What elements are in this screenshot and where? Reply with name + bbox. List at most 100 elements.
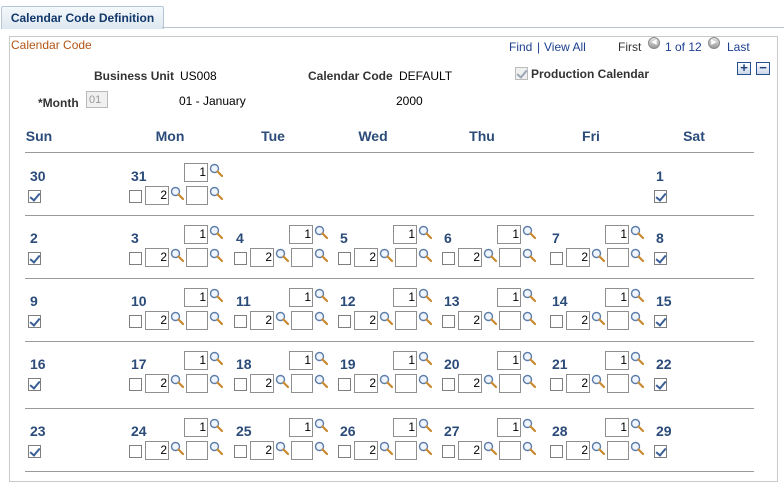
- shift-field-1[interactable]: 1: [393, 288, 417, 307]
- shift-field-2[interactable]: 2: [566, 374, 590, 393]
- magnifier-icon[interactable]: [418, 441, 433, 456]
- shift-field-3[interactable]: [395, 311, 417, 330]
- day-checkbox[interactable]: [338, 378, 351, 391]
- plus-icon[interactable]: +: [737, 61, 751, 75]
- magnifier-icon[interactable]: [630, 374, 645, 389]
- shift-field-1[interactable]: 1: [184, 163, 208, 182]
- day-checkbox[interactable]: [442, 378, 455, 391]
- magnifier-icon[interactable]: [522, 311, 537, 326]
- magnifier-icon[interactable]: [591, 311, 606, 326]
- shift-field-1[interactable]: 1: [184, 351, 208, 370]
- shift-field-2[interactable]: 2: [250, 311, 274, 330]
- magnifier-icon[interactable]: [209, 248, 224, 263]
- shift-field-3[interactable]: [186, 186, 208, 205]
- shift-field-2[interactable]: 2: [566, 248, 590, 267]
- magnifier-icon[interactable]: [275, 441, 290, 456]
- find-link[interactable]: Find: [509, 40, 532, 54]
- magnifier-icon[interactable]: [418, 374, 433, 389]
- day-checkbox[interactable]: [234, 315, 247, 328]
- shift-field-1[interactable]: 1: [393, 225, 417, 244]
- magnifier-icon[interactable]: [522, 374, 537, 389]
- magnifier-icon[interactable]: [209, 186, 224, 201]
- magnifier-icon[interactable]: [591, 374, 606, 389]
- magnifier-icon[interactable]: [418, 311, 433, 326]
- shift-field-1[interactable]: 1: [184, 418, 208, 437]
- magnifier-icon[interactable]: [209, 441, 224, 456]
- magnifier-icon[interactable]: [275, 311, 290, 326]
- shift-field-1[interactable]: 1: [393, 351, 417, 370]
- magnifier-icon[interactable]: [379, 374, 394, 389]
- shift-field-2[interactable]: 2: [354, 311, 378, 330]
- magnifier-icon[interactable]: [483, 248, 498, 263]
- shift-field-1[interactable]: 1: [605, 288, 629, 307]
- shift-field-3[interactable]: [607, 374, 629, 393]
- day-checkbox[interactable]: [550, 378, 563, 391]
- shift-field-2[interactable]: 2: [250, 374, 274, 393]
- magnifier-icon[interactable]: [483, 441, 498, 456]
- shift-field-3[interactable]: [186, 311, 208, 330]
- magnifier-icon[interactable]: [209, 288, 224, 303]
- day-checkbox[interactable]: [338, 315, 351, 328]
- shift-field-3[interactable]: [499, 441, 521, 460]
- magnifier-icon[interactable]: [170, 248, 185, 263]
- day-checkbox[interactable]: [654, 445, 667, 458]
- shift-field-3[interactable]: [607, 441, 629, 460]
- shift-field-1[interactable]: 1: [393, 418, 417, 437]
- shift-field-3[interactable]: [291, 441, 313, 460]
- magnifier-icon[interactable]: [522, 441, 537, 456]
- magnifier-icon[interactable]: [418, 225, 433, 240]
- shift-field-2[interactable]: 2: [458, 248, 482, 267]
- day-checkbox[interactable]: [28, 445, 41, 458]
- shift-field-3[interactable]: [291, 248, 313, 267]
- day-checkbox[interactable]: [28, 315, 41, 328]
- magnifier-icon[interactable]: [522, 288, 537, 303]
- magnifier-icon[interactable]: [591, 441, 606, 456]
- shift-field-1[interactable]: 1: [289, 418, 313, 437]
- day-checkbox[interactable]: [550, 315, 563, 328]
- day-checkbox[interactable]: [442, 252, 455, 265]
- magnifier-icon[interactable]: [630, 311, 645, 326]
- shift-field-2[interactable]: 2: [145, 248, 169, 267]
- shift-field-2[interactable]: 2: [145, 441, 169, 460]
- shift-field-3[interactable]: [395, 441, 417, 460]
- magnifier-icon[interactable]: [209, 351, 224, 366]
- magnifier-icon[interactable]: [418, 288, 433, 303]
- magnifier-icon[interactable]: [591, 248, 606, 263]
- shift-field-3[interactable]: [291, 374, 313, 393]
- magnifier-icon[interactable]: [209, 163, 224, 178]
- day-checkbox[interactable]: [129, 445, 142, 458]
- shift-field-2[interactable]: 2: [250, 248, 274, 267]
- shift-field-2[interactable]: 2: [145, 186, 169, 205]
- shift-field-1[interactable]: 1: [605, 351, 629, 370]
- magnifier-icon[interactable]: [209, 418, 224, 433]
- day-checkbox[interactable]: [550, 252, 563, 265]
- shift-field-3[interactable]: [395, 248, 417, 267]
- shift-field-3[interactable]: [607, 248, 629, 267]
- magnifier-icon[interactable]: [314, 288, 329, 303]
- production-calendar-checkbox[interactable]: [515, 67, 528, 80]
- magnifier-icon[interactable]: [418, 351, 433, 366]
- magnifier-icon[interactable]: [630, 288, 645, 303]
- magnifier-icon[interactable]: [314, 418, 329, 433]
- right-arrow-icon[interactable]: ▶: [708, 37, 720, 49]
- shift-field-2[interactable]: 2: [145, 311, 169, 330]
- day-checkbox[interactable]: [654, 252, 667, 265]
- last-link[interactable]: Last: [727, 40, 750, 54]
- minus-icon[interactable]: −: [756, 61, 770, 75]
- shift-field-2[interactable]: 2: [566, 441, 590, 460]
- shift-field-3[interactable]: [186, 441, 208, 460]
- day-checkbox[interactable]: [129, 315, 142, 328]
- shift-field-3[interactable]: [291, 311, 313, 330]
- magnifier-icon[interactable]: [522, 418, 537, 433]
- day-checkbox[interactable]: [234, 378, 247, 391]
- day-checkbox[interactable]: [28, 378, 41, 391]
- magnifier-icon[interactable]: [209, 225, 224, 240]
- day-checkbox[interactable]: [654, 378, 667, 391]
- shift-field-1[interactable]: 1: [289, 288, 313, 307]
- day-checkbox[interactable]: [442, 445, 455, 458]
- magnifier-icon[interactable]: [209, 311, 224, 326]
- shift-field-2[interactable]: 2: [354, 441, 378, 460]
- day-checkbox[interactable]: [28, 252, 41, 265]
- day-checkbox[interactable]: [234, 445, 247, 458]
- day-checkbox[interactable]: [550, 445, 563, 458]
